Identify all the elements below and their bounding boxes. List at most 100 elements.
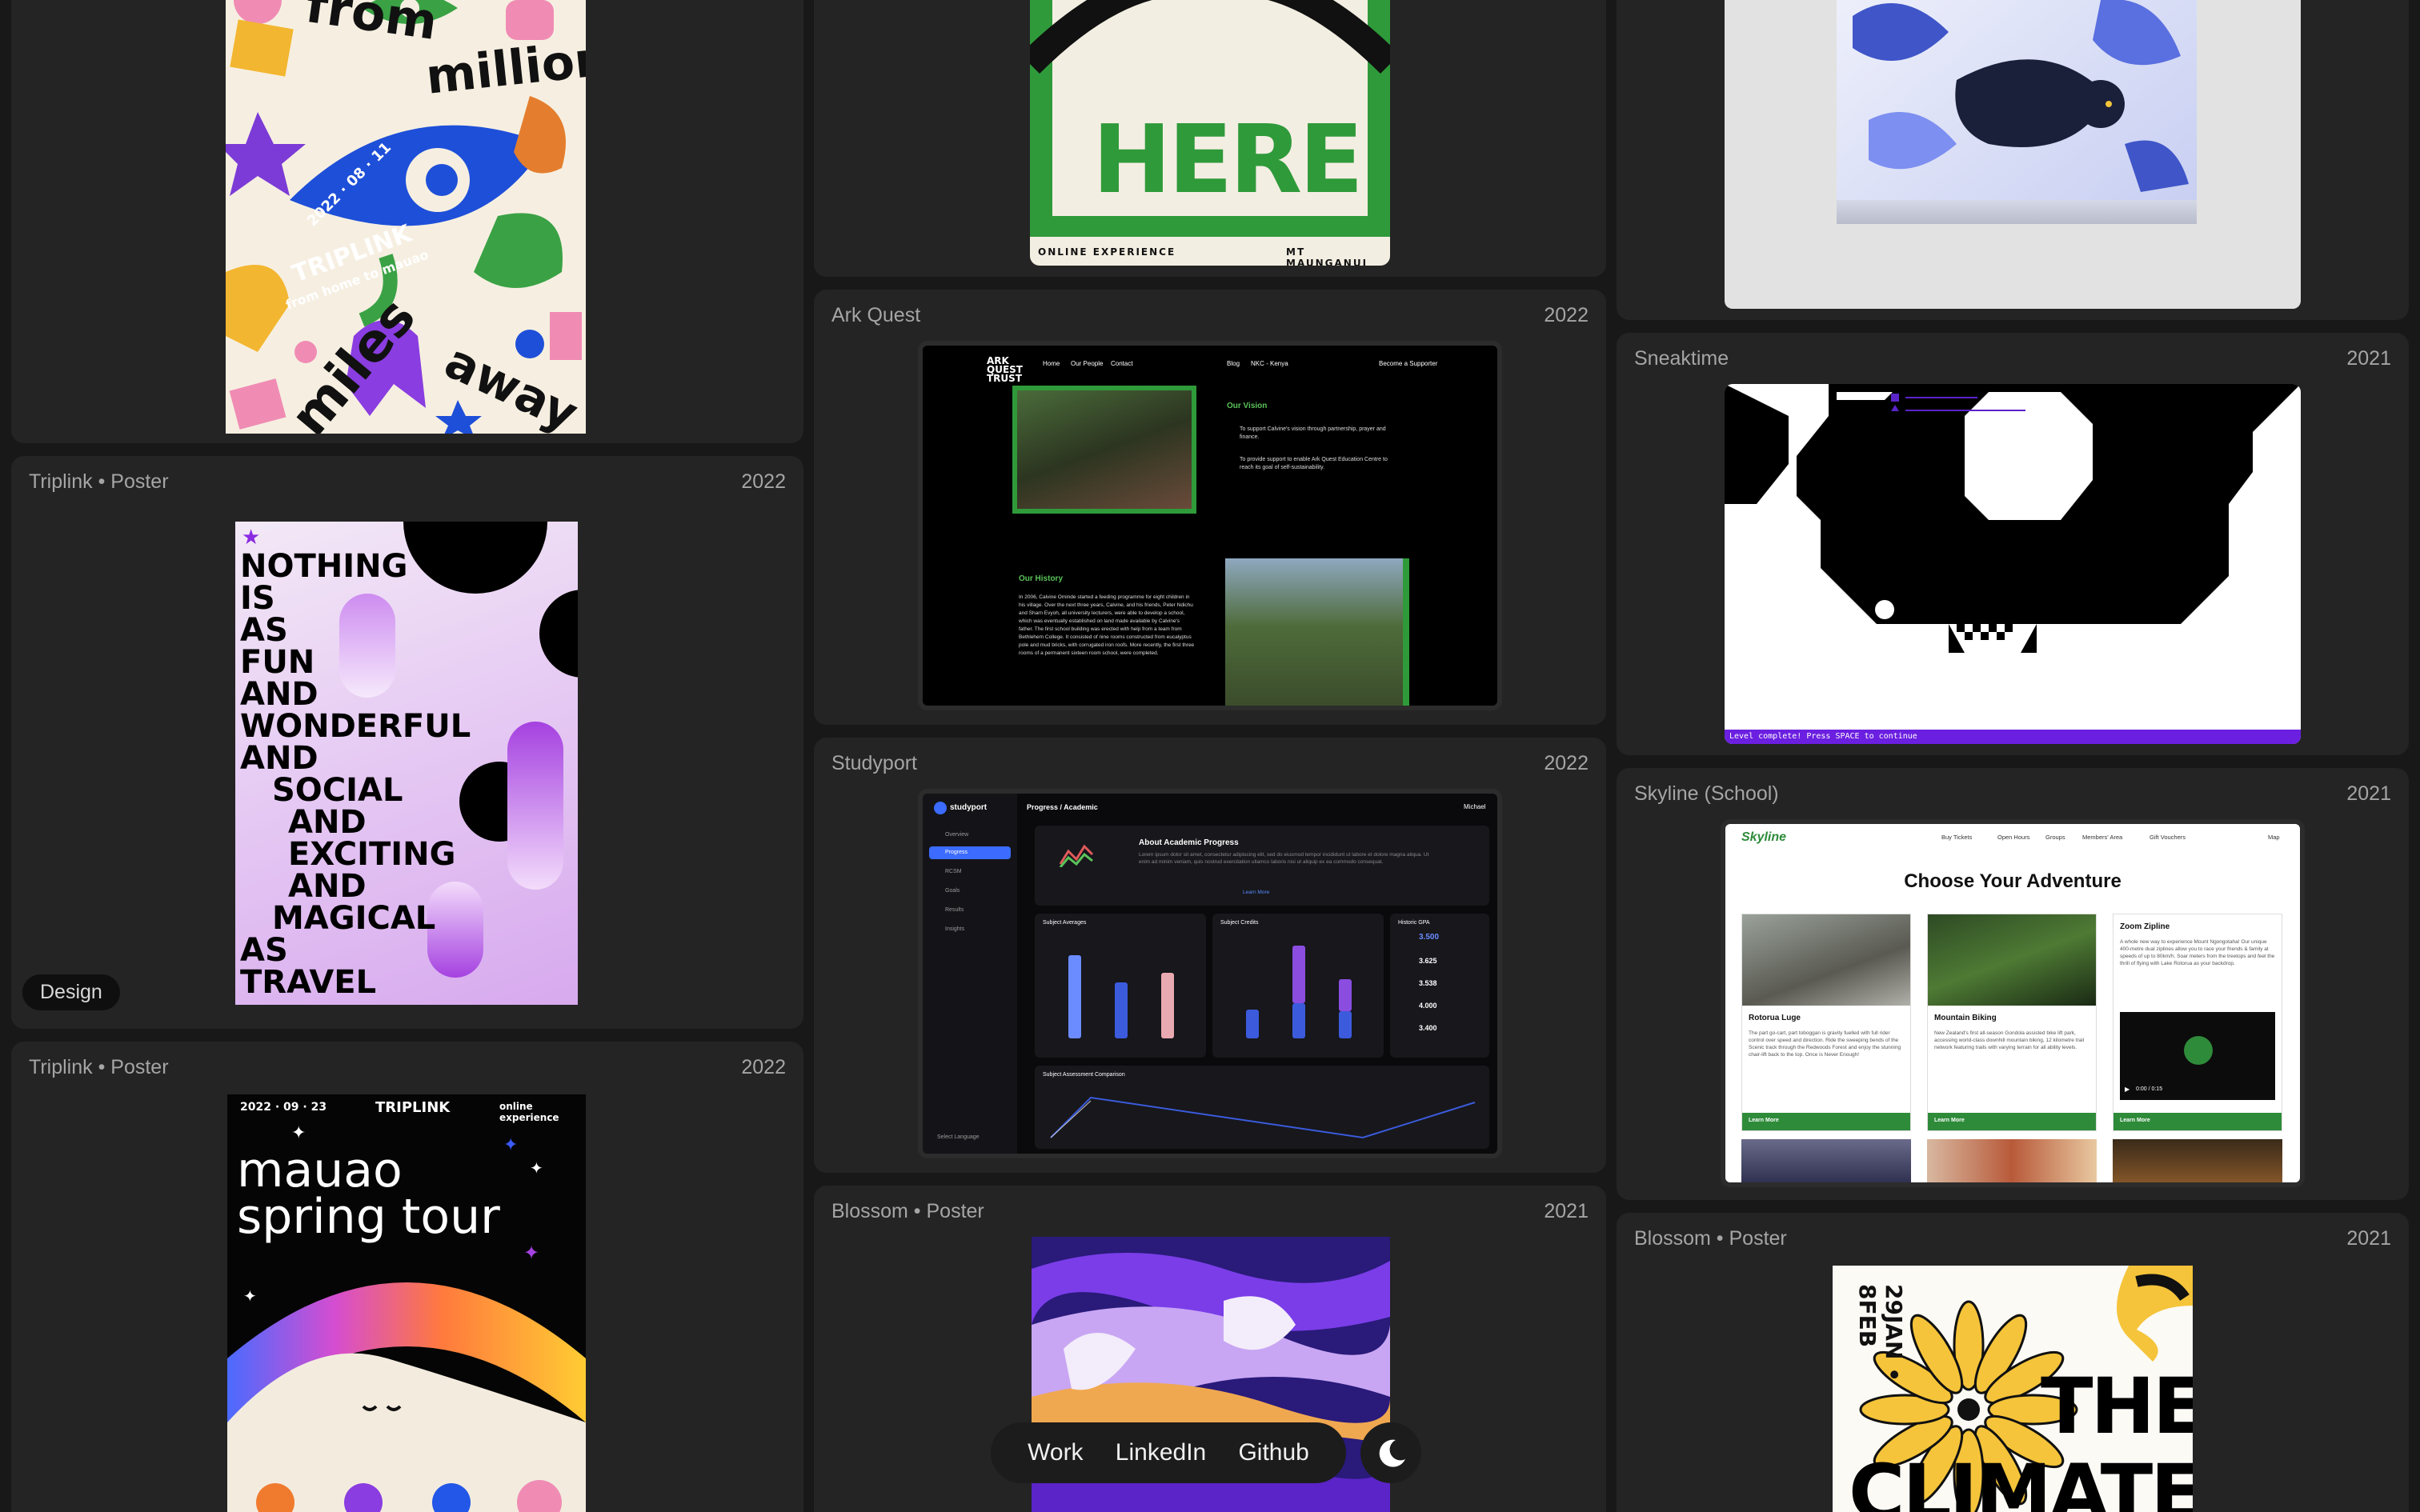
skyline-nav-hours[interactable]: Open Hours [1997, 834, 2029, 841]
skyline-logo: Skyline [1741, 830, 1787, 844]
learn-more-button[interactable]: Learn More [1928, 1113, 2096, 1130]
project-title: Triplink • Poster [29, 470, 169, 493]
triplink-poster-thumbnail[interactable]: ★ NOTHING IS AS FUN AND WONDERFUL AND SO… [235, 522, 578, 1005]
adventure-photo [1741, 1139, 1911, 1182]
poster-big-word: HERE [1092, 104, 1364, 214]
theme-toggle-button[interactable] [1360, 1422, 1421, 1483]
learn-more-button[interactable]: Learn More [2113, 1113, 2282, 1130]
adventure-photo [1742, 914, 1910, 1006]
studyport-menu-item[interactable]: Insights [945, 926, 964, 932]
nav-work-link[interactable]: Work [1028, 1439, 1083, 1466]
studyport-about-card: About Academic Progress Lorem ipsum dolo… [1035, 826, 1489, 906]
studyport-menu-item[interactable]: Overview [945, 832, 968, 838]
rainbow-illustration [227, 1282, 586, 1512]
project-card-blossom-2[interactable]: Blossom • Poster 2021 29JAN • 8FEB THE C… [1617, 1213, 2409, 1512]
sparkle-icon: ✦ [503, 1134, 519, 1154]
studyport-menu-item[interactable]: Progress [945, 850, 968, 855]
adventure-photo [1927, 1139, 2097, 1182]
climate-poster-thumbnail[interactable]: 29JAN • 8FEB THE CLIMATE [1833, 1266, 2193, 1512]
studyport-user[interactable]: Michael [1464, 803, 1486, 810]
studyport-about-text: Lorem ipsum dolor sit amet, consectetur … [1139, 852, 1429, 865]
nav-github-link[interactable]: Github [1238, 1439, 1308, 1466]
studyport-menu-item[interactable]: RCSM [945, 869, 962, 874]
poster-line: MAGICAL [272, 900, 436, 937]
card-title: Historic GPA [1398, 920, 1430, 926]
project-card-here-poster[interactable]: HERE ONLINE EXPERIENCE MT MAUNGANUI [814, 0, 1606, 277]
adventure-title: Zoom Zipline [2120, 922, 2170, 931]
skyline-nav-members[interactable]: Members' Area [2082, 834, 2122, 841]
studyport-screenshot[interactable]: studyport Overview Progress RCSM Goals R… [918, 789, 1502, 1158]
ark-nav-kenya: NKC - Kenya [1251, 360, 1288, 367]
poster-line: WONDERFUL [240, 708, 471, 745]
skyline-screenshot[interactable]: Skyline Buy Tickets Open Hours Groups Me… [1721, 819, 2305, 1187]
skyline-nav-map[interactable]: Map [2268, 834, 2280, 841]
studyport-menu-item[interactable]: Goals [945, 888, 960, 894]
skyline-nav-vouchers[interactable]: Gift Vouchers [2150, 834, 2186, 841]
ark-photo-children [1012, 386, 1196, 514]
adventure-card[interactable]: Mountain Biking New Zealand's first all-… [1927, 914, 2097, 1131]
bar [1292, 946, 1305, 1003]
project-year: 2022 [741, 1056, 786, 1078]
nav-linkedin-link[interactable]: LinkedIn [1116, 1439, 1206, 1466]
video-player[interactable]: ▶ 0:00 / 0:15 [2120, 1012, 2275, 1100]
poster-date: 2022 · 09 · 23 [240, 1101, 327, 1114]
project-title: Blossom • Poster [1634, 1227, 1787, 1250]
adventure-card[interactable]: Zoom Zipline A whole new way to experien… [2113, 914, 2282, 1131]
studyport-menu-item[interactable]: Results [945, 907, 964, 913]
bar [1161, 973, 1174, 1038]
poster-line: AS [240, 612, 288, 649]
gpa-value: 3.538 [1419, 979, 1437, 987]
triplink-poster-thumbnail[interactable]: from million miles away 2022 · 08 · 11 T… [226, 0, 586, 434]
skyline-nav-groups[interactable]: Groups [2045, 834, 2065, 841]
ark-vision-1: To support Calvine's vision through part… [1240, 426, 1386, 440]
studyport-gpa-card: Historic GPA 3.500 3.625 3.538 4.000 3.4… [1390, 914, 1489, 1058]
project-card-triplink-2[interactable]: Triplink • Poster 2022 ★ NOTHING IS AS F… [11, 456, 803, 1029]
category-tag[interactable]: Design [22, 974, 120, 1010]
poster-line: AS [240, 932, 288, 969]
project-card-triplink-1[interactable]: from million miles away 2022 · 08 · 11 T… [11, 0, 803, 443]
ark-history-heading: Our History [1019, 574, 1064, 583]
project-year: 2021 [2346, 782, 2391, 805]
project-card-sneaktime[interactable]: Sneaktime 2021 Level complete! Press SPA… [1617, 333, 2409, 755]
poster-text-block: NOTHING IS AS FUN AND WONDERFUL AND SOCI… [240, 550, 471, 998]
blossom-box-photo[interactable] [1725, 0, 2301, 309]
learn-more-button[interactable]: Learn More [1742, 1113, 1910, 1130]
poster-title-2: spring tour [237, 1189, 500, 1245]
project-card-studyport[interactable]: Studyport 2022 studyport Overview Progre… [814, 738, 1606, 1173]
adventure-card[interactable]: Rotorua Luge The part go-cart, part tobo… [1741, 914, 1911, 1131]
triplink-poster-thumbnail[interactable]: 2022 · 09 · 23 TRIPLINK online experienc… [227, 1094, 586, 1512]
gallery-column-3: Sneaktime 2021 Level complete! Press SPA… [1617, 0, 2409, 1512]
poster-line: AND [288, 804, 367, 841]
here-poster-thumbnail[interactable]: HERE ONLINE EXPERIENCE MT MAUNGANUI [1030, 0, 1390, 266]
skyline-nav-tickets[interactable]: Buy Tickets [1941, 834, 1972, 841]
project-year: 2022 [741, 470, 786, 493]
poster-brand: TRIPLINK [375, 1099, 451, 1116]
poster-title-1: THE [2041, 1362, 2193, 1451]
project-card-triplink-3[interactable]: Triplink • Poster 2022 2022 · 09 · 23 TR… [11, 1042, 803, 1512]
sparkle-icon: ✦ [243, 1288, 257, 1306]
project-title: Ark Quest [831, 304, 921, 326]
poster-line: FUN [240, 644, 315, 681]
ark-nav-home: Home [1043, 360, 1060, 367]
poster-capsule [507, 722, 563, 890]
play-icon[interactable]: ▶ [2125, 1086, 2130, 1093]
gallery-column-2: HERE ONLINE EXPERIENCE MT MAUNGANUI Ark … [814, 0, 1606, 1512]
card-title: Subject Assessment Comparison [1043, 1072, 1125, 1078]
project-card-blossom-box[interactable] [1617, 0, 2409, 320]
ark-vision-heading: Our Vision [1227, 402, 1268, 410]
project-card-skyline[interactable]: Skyline (School) 2021 Skyline Buy Ticket… [1617, 768, 2409, 1200]
bottom-nav: Work LinkedIn Github [991, 1422, 1346, 1483]
poster-title-2: CLIMATE [1849, 1448, 2193, 1512]
studyport-language-select[interactable]: Select Language [937, 1134, 980, 1140]
box-side [1837, 200, 2197, 224]
bar [1339, 979, 1352, 1011]
studyport-learn-more[interactable]: Learn More [1243, 890, 1269, 895]
game-status-bar: Level complete! Press SPACE to continue [1725, 730, 2301, 744]
sneaktime-game-screenshot[interactable]: Level complete! Press SPACE to continue [1725, 384, 2301, 744]
project-card-ark-quest[interactable]: Ark Quest 2022 ARK QUEST TRUST Home Our … [814, 290, 1606, 725]
ark-nav-people: Our People [1071, 360, 1104, 367]
ark-quest-screenshot[interactable]: ARK QUEST TRUST Home Our People Contact … [918, 341, 1502, 710]
project-year: 2021 [1544, 1200, 1589, 1222]
adventure-title: Rotorua Luge [1749, 1014, 1801, 1022]
adventure-photo [1928, 914, 2096, 1006]
